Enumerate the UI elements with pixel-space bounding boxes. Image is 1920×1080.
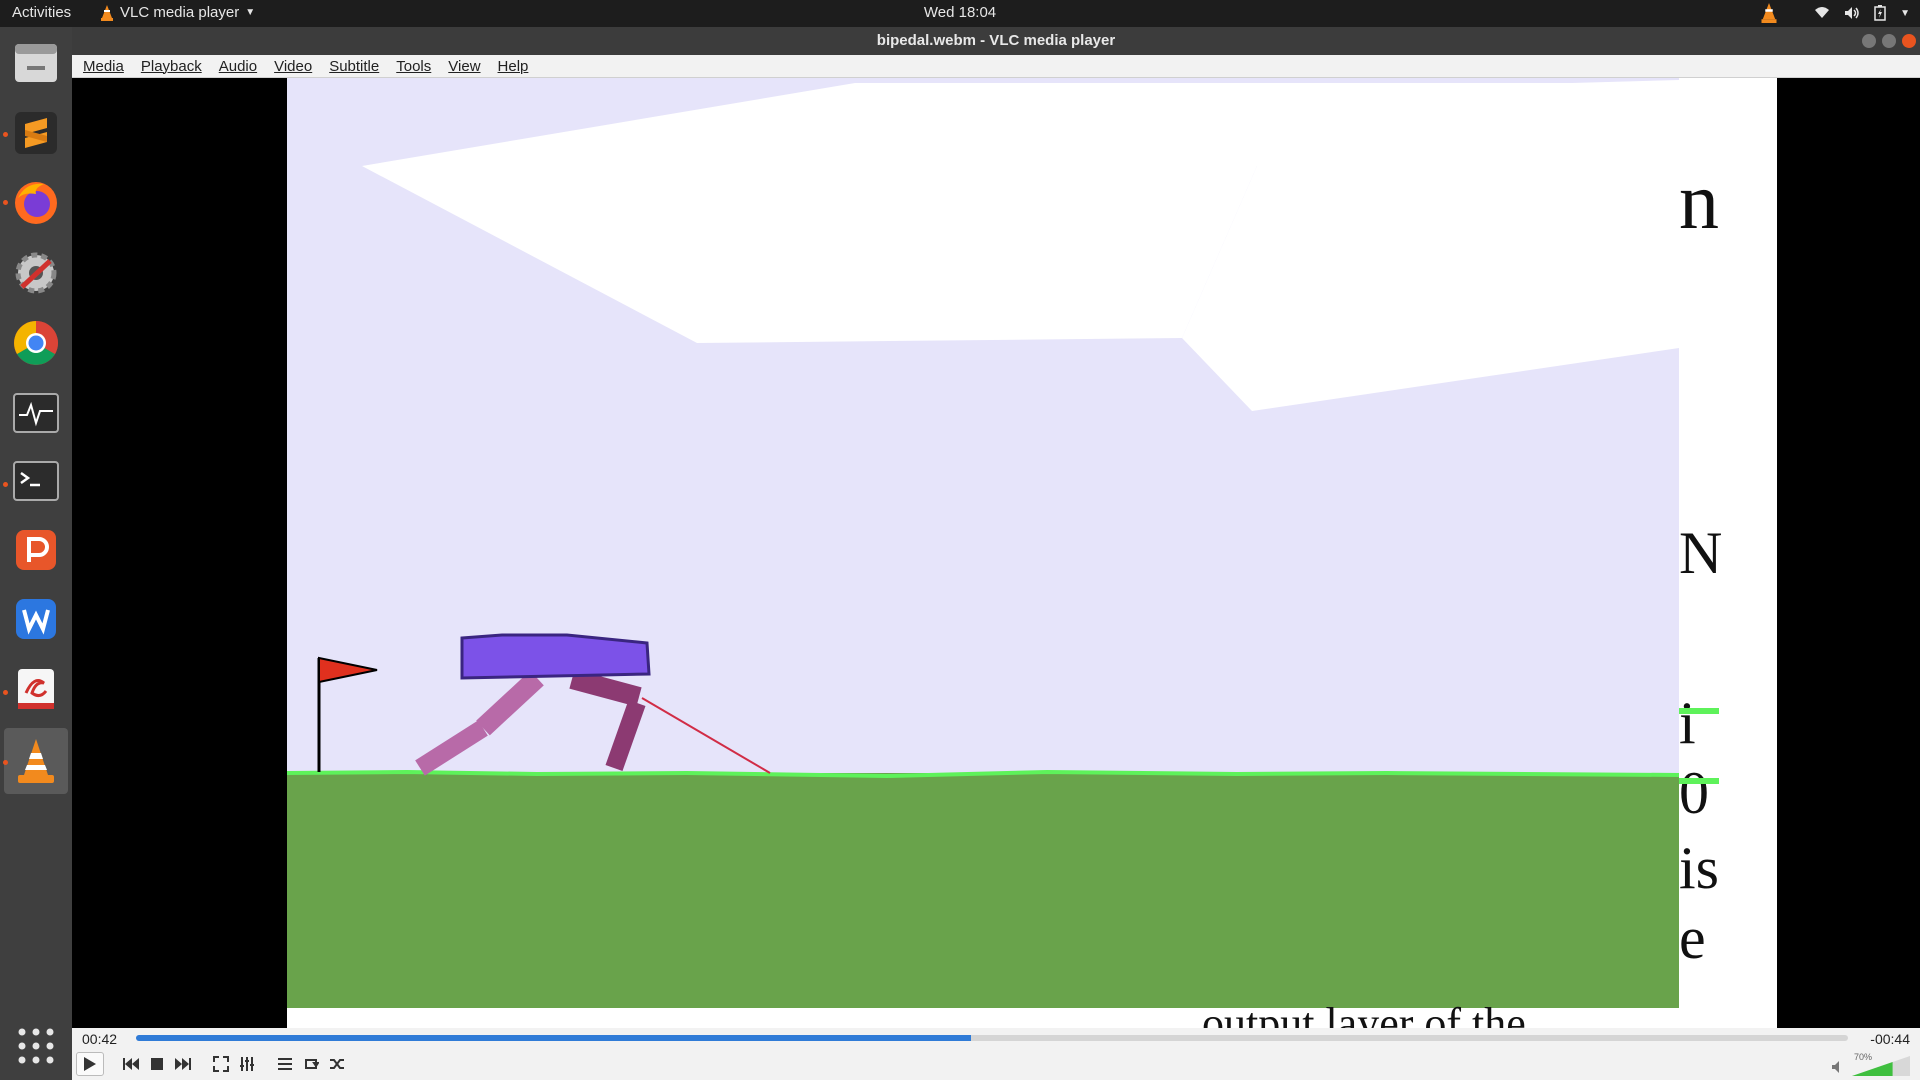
previous-icon bbox=[123, 1058, 139, 1070]
clock[interactable]: Wed 18:04 bbox=[0, 4, 1920, 21]
menu-tools[interactable]: Tools bbox=[385, 55, 437, 77]
menu-playback[interactable]: Playback bbox=[130, 55, 208, 77]
system-menu-chevron-icon[interactable]: ▼ bbox=[1900, 8, 1910, 19]
green-mark-bottom bbox=[1679, 778, 1719, 784]
glyph-1: N bbox=[1679, 520, 1722, 586]
wps-presentation-icon[interactable] bbox=[10, 524, 62, 576]
show-applications-icon[interactable] bbox=[10, 1020, 62, 1072]
menu-view[interactable]: View bbox=[437, 55, 486, 77]
evince-icon[interactable] bbox=[10, 663, 62, 715]
menu-help[interactable]: Help bbox=[487, 55, 535, 77]
extended-settings-button[interactable] bbox=[236, 1052, 258, 1076]
dock-running-indicator bbox=[3, 690, 8, 695]
playlist-button[interactable] bbox=[274, 1052, 296, 1076]
elapsed-time: 00:42 bbox=[82, 1031, 118, 1047]
next-button[interactable] bbox=[172, 1052, 194, 1076]
glyph-4: is bbox=[1679, 835, 1719, 901]
dock-running-indicator bbox=[3, 200, 8, 205]
play-button[interactable] bbox=[76, 1052, 104, 1076]
system-monitor-icon[interactable] bbox=[10, 387, 62, 439]
stop-icon bbox=[151, 1058, 163, 1070]
green-mark-top bbox=[1679, 708, 1719, 714]
maximize-button[interactable] bbox=[1882, 34, 1896, 48]
vlc-icon[interactable] bbox=[10, 735, 62, 787]
dock-running-indicator bbox=[3, 760, 8, 765]
window-title: bipedal.webm - VLC media player bbox=[876, 32, 1116, 49]
ground bbox=[287, 773, 1679, 1028]
robot-hull bbox=[460, 633, 651, 680]
menu-media[interactable]: Media bbox=[72, 55, 130, 77]
loop-button[interactable] bbox=[300, 1052, 322, 1076]
wifi-icon[interactable] bbox=[1814, 6, 1830, 20]
glyph-2: i bbox=[1679, 690, 1696, 756]
system-top-bar: Activities VLC media player ▼ Wed 18:04 bbox=[0, 0, 1920, 27]
stop-button[interactable] bbox=[146, 1052, 168, 1076]
glyph-5: e bbox=[1679, 905, 1706, 971]
dock bbox=[0, 27, 72, 1080]
seek-progress bbox=[136, 1035, 972, 1041]
speaker-icon bbox=[1832, 1061, 1839, 1073]
dock-running-indicator bbox=[3, 132, 8, 137]
menu-audio[interactable]: Audio bbox=[208, 55, 263, 77]
files-icon[interactable] bbox=[10, 37, 62, 89]
system-tray[interactable]: ▼ bbox=[1760, 3, 1910, 23]
volume-icon[interactable] bbox=[1844, 6, 1860, 20]
shuffle-button[interactable] bbox=[326, 1052, 348, 1076]
video-output[interactable]: n N i 0 is e output layer of the bbox=[72, 78, 1920, 1028]
menu-video[interactable]: Video bbox=[263, 55, 318, 77]
remaining-time[interactable]: -00:44 bbox=[1870, 1031, 1910, 1047]
dock-running-indicator bbox=[3, 482, 8, 487]
fullscreen-button[interactable] bbox=[210, 1052, 232, 1076]
play-icon bbox=[84, 1057, 96, 1071]
menu-subtitle[interactable]: Subtitle bbox=[318, 55, 385, 77]
glyph-0: n bbox=[1679, 158, 1719, 246]
page-bottom-strip bbox=[287, 1008, 1777, 1028]
chrome-icon[interactable] bbox=[10, 317, 62, 369]
window-title-bar[interactable]: bipedal.webm - VLC media player bbox=[72, 27, 1920, 55]
terminal-icon[interactable] bbox=[10, 455, 62, 507]
volume-control[interactable]: 70% bbox=[1832, 1052, 1912, 1076]
control-row: 70% bbox=[72, 1048, 1920, 1080]
battery-icon[interactable] bbox=[1874, 5, 1886, 21]
system-settings-icon[interactable] bbox=[10, 247, 62, 299]
seek-slider[interactable] bbox=[136, 1035, 1848, 1041]
bipedal-walker-scene: n N i 0 is e output layer of the bbox=[287, 78, 1777, 1028]
vlc-tray-icon[interactable] bbox=[1760, 3, 1778, 23]
equalizer-icon bbox=[240, 1057, 254, 1071]
close-button[interactable] bbox=[1902, 34, 1916, 48]
playlist-icon bbox=[278, 1058, 292, 1070]
video-frame: n N i 0 is e output layer of the bbox=[287, 78, 1777, 1028]
menu-bar: Media Playback Audio Video Subtitle Tool… bbox=[72, 55, 1920, 78]
seek-row: 00:42 -00:44 bbox=[72, 1028, 1920, 1048]
firefox-icon[interactable] bbox=[10, 176, 62, 228]
sublime-text-icon[interactable] bbox=[10, 107, 62, 159]
wps-writer-icon[interactable] bbox=[10, 593, 62, 645]
minimize-button[interactable] bbox=[1862, 34, 1876, 48]
shuffle-icon bbox=[330, 1059, 344, 1069]
glyph-3: 0 bbox=[1679, 760, 1709, 826]
volume-slider[interactable] bbox=[1852, 1056, 1910, 1076]
previous-button[interactable] bbox=[120, 1052, 142, 1076]
next-icon bbox=[175, 1058, 191, 1070]
bottom-text: output layer of the bbox=[1202, 999, 1526, 1028]
loop-icon bbox=[305, 1059, 319, 1069]
fullscreen-icon bbox=[213, 1056, 229, 1072]
